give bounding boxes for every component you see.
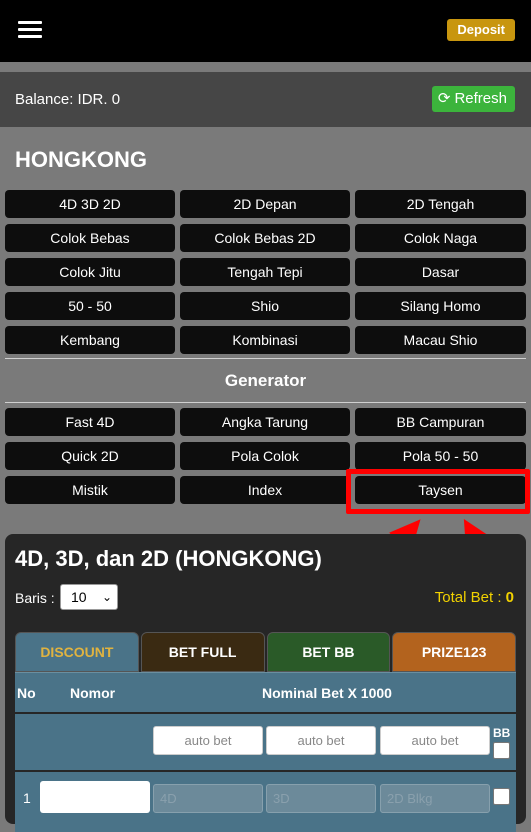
table-header: No Nomor Nominal Bet X 1000 [15,672,516,712]
balance-bar: Balance: IDR. 0 ⟳ Refresh [0,72,531,127]
table-row: 1 4D 3D 2D Blkg [15,772,516,832]
auto-bet-2d-input[interactable]: auto bet [380,726,490,755]
chevron-down-icon: ⌄ [101,590,112,604]
game-button[interactable]: 2D Tengah [355,190,526,218]
auto-bet-3d-input[interactable]: auto bet [266,726,376,755]
market-title: HONGKONG [15,147,147,172]
generator-button[interactable]: Pola Colok [180,442,350,470]
bet-tabs: DISCOUNT BET FULL BET BB PRIZE123 [15,632,516,672]
baris-select[interactable]: 10 ⌄ [60,584,118,610]
divider [5,402,526,403]
column-nomor: Nomor [70,685,116,701]
baris-label: Baris : [15,590,55,606]
bet-3d-input[interactable]: 3D [266,784,376,813]
game-button[interactable]: Silang Homo [355,292,526,320]
tab-discount[interactable]: DISCOUNT [15,632,139,672]
bb-all-checkbox[interactable] [493,742,510,759]
refresh-icon: ⟳ [437,90,451,107]
divider [5,358,526,359]
game-button[interactable]: Colok Bebas 2D [180,224,350,252]
generator-button[interactable]: BB Campuran [355,408,526,436]
game-type-grid: 4D 3D 2D 2D Depan 2D Tengah Colok Bebas … [5,190,526,354]
game-button[interactable]: 50 - 50 [5,292,175,320]
game-button[interactable]: Kembang [5,326,175,354]
generator-title: Generator [224,371,307,390]
generator-button[interactable]: Fast 4D [5,408,175,436]
game-button[interactable]: Dasar [355,258,526,286]
column-nominal: Nominal Bet X 1000 [262,685,392,701]
game-button[interactable]: Shio [180,292,350,320]
game-button[interactable]: Colok Bebas [5,224,175,252]
total-bet: Total Bet : 0 [435,589,514,606]
panel-title: 4D, 3D, dan 2D (HONGKONG) [15,546,322,571]
generator-button[interactable]: Mistik [5,476,175,504]
taysen-button[interactable]: Taysen [355,476,526,504]
generator-button[interactable]: Quick 2D [5,442,175,470]
bb-row-checkbox[interactable] [493,788,510,805]
deposit-button[interactable]: Deposit [447,19,515,41]
balance-label: Balance: IDR. 0 [15,91,121,108]
auto-bet-4d-input[interactable]: auto bet [153,726,263,755]
bet-4d-input[interactable]: 4D [153,784,263,813]
generator-button[interactable]: Pola 50 - 50 [355,442,526,470]
auto-bet-row: auto bet auto bet auto bet BB [15,714,516,770]
game-button[interactable]: 2D Depan [180,190,350,218]
hamburger-menu-icon[interactable] [18,21,42,39]
generator-button[interactable]: Angka Tarung [180,408,350,436]
total-bet-label: Total Bet : [434,589,502,606]
game-button[interactable]: Colok Naga [355,224,526,252]
tab-prize123[interactable]: PRIZE123 [392,632,516,672]
game-button[interactable]: Macau Shio [355,326,526,354]
total-bet-value: 0 [505,589,514,606]
game-button[interactable]: Colok Jitu [5,258,175,286]
game-button[interactable]: Kombinasi [180,326,350,354]
row-number: 1 [23,790,31,806]
top-bar: Deposit [0,0,531,62]
bet-2d-input[interactable]: 2D Blkg [380,784,490,813]
generator-button[interactable]: Index [180,476,350,504]
bet-panel: 4D, 3D, dan 2D (HONGKONG) Baris : 10 ⌄ T… [5,534,526,832]
refresh-button[interactable]: ⟳ Refresh [431,86,515,112]
nomor-input[interactable] [40,781,150,813]
game-button[interactable]: Tengah Tepi [180,258,350,286]
refresh-label: Refresh [454,90,507,107]
bb-label: BB [493,726,511,740]
tab-bet-full[interactable]: BET FULL [140,632,265,672]
tab-bet-bb[interactable]: BET BB [266,632,391,672]
column-no: No [17,685,36,701]
game-button[interactable]: 4D 3D 2D [5,190,175,218]
generator-grid: Fast 4D Angka Tarung BB Campuran Quick 2… [5,408,526,504]
baris-value: 10 [71,589,87,605]
